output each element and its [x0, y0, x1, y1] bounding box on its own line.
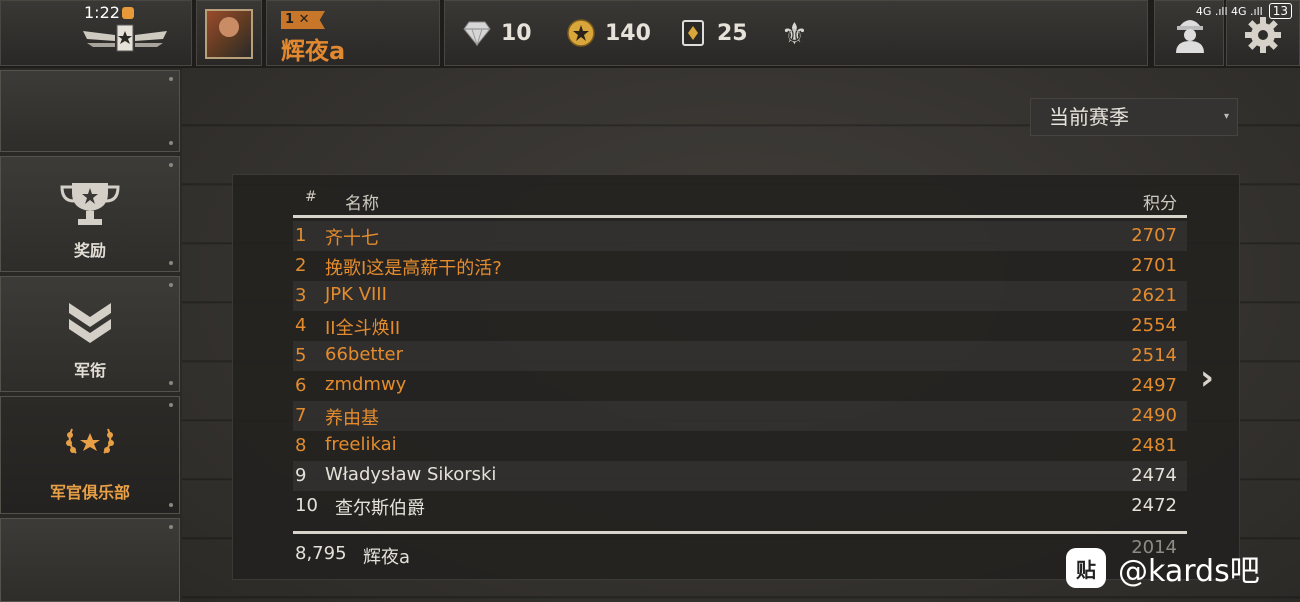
status-indicators: 4G .ıll 4G .ıll 13 — [1196, 3, 1292, 19]
row-rank: 9 — [295, 465, 307, 486]
notification-icon — [121, 7, 134, 19]
sidebar-spacer-bottom — [0, 518, 180, 602]
row-player-name: Władysław Sikorski — [325, 464, 497, 485]
divider — [293, 215, 1187, 218]
table-row[interactable]: 10 查尔斯伯爵 2472 — [293, 491, 1187, 521]
row-score: 2701 — [1131, 255, 1177, 276]
table-row[interactable]: 2 挽歌I这是高薪干的活? 2701 — [293, 251, 1187, 281]
diamond-icon — [463, 19, 491, 47]
watermark: 贴 @kards吧 — [1066, 546, 1260, 590]
table-row[interactable]: 1 齐十七 2707 — [293, 221, 1187, 251]
sidebar-item-label: 军衔 — [73, 361, 106, 380]
row-player-name: JPK VIII — [325, 284, 387, 305]
divider — [293, 531, 1187, 534]
table-row[interactable]: 5 66better 2514 — [293, 341, 1187, 371]
diamond-counter[interactable]: 10 — [463, 19, 532, 47]
avatar[interactable] — [205, 9, 253, 59]
row-player-name: II全斗焕II — [325, 318, 401, 339]
avatar-frame[interactable] — [196, 0, 262, 66]
leaderboard-panel: # 名称 积分 1 齐十七 2707 2 挽歌I这是高薪干的活? 2701 3 … — [232, 174, 1240, 580]
gold-coin-icon — [567, 19, 595, 47]
chevron-right-icon[interactable]: › — [1200, 358, 1214, 398]
rank-badge: 1 ✕ — [281, 11, 325, 29]
card-pack-icon — [679, 19, 707, 47]
battery-icon: 13 — [1268, 3, 1292, 19]
own-player-name: 辉夜a — [363, 547, 411, 568]
row-rank: 1 — [295, 225, 307, 246]
winged-emblem-icon — [83, 24, 167, 52]
own-rank: 8,795 — [295, 543, 347, 564]
leaderboard-area: 当前赛季 ▾ # 名称 积分 1 齐十七 2707 2 挽歌I这是高薪干的活? … — [182, 68, 1300, 602]
row-rank: 8 — [295, 435, 307, 456]
gear-icon — [1245, 17, 1281, 53]
row-score: 2490 — [1131, 405, 1177, 426]
table-row[interactable]: 7 养由基 2490 — [293, 401, 1187, 431]
diamond-count: 10 — [501, 20, 532, 46]
row-score: 2497 — [1131, 375, 1177, 396]
laurel-star-icon — [1, 425, 179, 459]
sidebar-item-officers-club[interactable]: 军官俱乐部 — [0, 396, 180, 514]
status-time: 1:22 — [84, 3, 134, 22]
gold-counter[interactable]: 140 — [567, 19, 651, 47]
row-rank: 10 — [295, 495, 318, 516]
column-header-number: # — [305, 189, 317, 205]
sidebar-item-label: 奖励 — [73, 241, 106, 260]
row-score: 2472 — [1131, 495, 1177, 516]
gold-count: 140 — [605, 20, 651, 46]
row-rank: 3 — [295, 285, 307, 306]
sidebar-item-rewards[interactable]: 奖励 — [0, 156, 180, 272]
table-row[interactable]: 9 Władysław Sikorski 2474 — [293, 461, 1187, 491]
row-player-name: 养由基 — [325, 408, 379, 429]
row-rank: 4 — [295, 315, 307, 336]
row-player-name: 查尔斯伯爵 — [335, 498, 425, 519]
row-player-name: freelikai — [325, 434, 397, 455]
table-row[interactable]: 6 zmdmwy 2497 — [293, 371, 1187, 401]
trophy-icon — [1, 179, 179, 227]
table-row[interactable]: 3 JPK VIII 2621 — [293, 281, 1187, 311]
season-dropdown[interactable]: 当前赛季 ▾ — [1030, 98, 1238, 136]
row-score: 2481 — [1131, 435, 1177, 456]
row-score: 2474 — [1131, 465, 1177, 486]
row-score: 2621 — [1131, 285, 1177, 306]
row-rank: 6 — [295, 375, 307, 396]
watermark-text: @kards吧 — [1118, 554, 1260, 589]
table-row[interactable]: 4 II全斗焕II 2554 — [293, 311, 1187, 341]
row-score: 2554 — [1131, 315, 1177, 336]
row-player-name: 齐十七 — [325, 228, 379, 249]
leaderboard-header: # 名称 积分 — [293, 185, 1187, 215]
card-counter[interactable]: 25 — [679, 19, 748, 47]
row-player-name: 挽歌I这是高薪干的活? — [325, 258, 502, 279]
player-name: 辉夜a — [281, 37, 346, 65]
leaderboard-rows: 1 齐十七 2707 2 挽歌I这是高薪干的活? 2701 3 JPK VIII… — [293, 221, 1187, 521]
sidebar-item-label: 军官俱乐部 — [49, 483, 130, 502]
sidebar-item-rank[interactable]: 军衔 — [0, 276, 180, 392]
season-dropdown-value: 当前赛季 — [1049, 105, 1129, 129]
row-player-name: 66better — [325, 344, 403, 365]
row-player-name: zmdmwy — [325, 374, 407, 395]
fleur-de-lis-icon[interactable]: ⚜ — [781, 17, 808, 52]
own-ranking-row: 8,795 辉夜a 2014 — [293, 537, 1187, 571]
resources-bar: 10 140 25 ⚜ — [444, 0, 1148, 66]
tieba-logo-icon: 贴 — [1066, 548, 1106, 588]
top-bar: 1:22 1 ✕ 辉夜a 10 140 25 ⚜ 4G .ıll 4G .ıll… — [0, 0, 1300, 68]
officer-profile-icon — [1176, 20, 1204, 53]
chevron-rank-icon — [1, 299, 179, 349]
row-rank: 2 — [295, 255, 307, 276]
player-info[interactable]: 1 ✕ 辉夜a — [266, 0, 440, 66]
card-count: 25 — [717, 20, 748, 46]
column-header-score: 积分 — [1143, 194, 1177, 214]
column-header-name: 名称 — [345, 194, 379, 214]
sidebar-spacer-top — [0, 70, 180, 152]
row-rank: 7 — [295, 405, 307, 426]
row-score: 2707 — [1131, 225, 1177, 246]
row-rank: 5 — [295, 345, 307, 366]
caret-down-icon: ▾ — [1223, 111, 1229, 122]
table-row[interactable]: 8 freelikai 2481 — [293, 431, 1187, 461]
row-score: 2514 — [1131, 345, 1177, 366]
